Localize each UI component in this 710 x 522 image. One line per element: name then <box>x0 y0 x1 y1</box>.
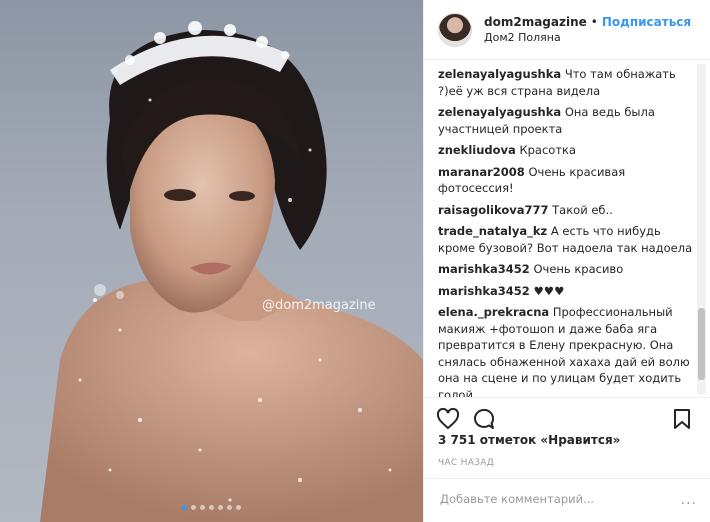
scrollbar-thumb[interactable] <box>698 308 705 380</box>
comment-text: Красотка <box>519 143 577 157</box>
carousel-dot[interactable] <box>200 505 205 510</box>
post-header: dom2magazine • Подписаться Дом2 Поляна <box>424 0 710 60</box>
add-comment-bar: ... <box>424 478 710 522</box>
header-info: dom2magazine • Подписаться Дом2 Поляна <box>484 13 691 46</box>
more-options-button[interactable]: ... <box>681 492 697 508</box>
avatar[interactable] <box>438 12 472 47</box>
comment-username[interactable]: maranar2008 <box>438 165 525 179</box>
comment-text: ♥♥♥ <box>533 283 565 298</box>
carousel-dots <box>0 495 423 514</box>
comment-icon[interactable] <box>472 407 496 431</box>
carousel-dot[interactable] <box>182 505 187 510</box>
comment-username[interactable]: znekliudova <box>438 143 516 157</box>
comment-item: zelenayalyagushka Она ведь была участниц… <box>438 104 696 137</box>
instagram-post: @dom2magazine dom2magazine • Подписаться Д… <box>0 0 710 522</box>
comment-item: raisagolikova777 Такой еб.. <box>438 202 696 219</box>
comment-item: zelenayalyagushka Что там обнажать ?)её … <box>438 66 696 99</box>
post-time[interactable]: ЧАС НАЗАД <box>438 458 494 468</box>
bookmark-icon[interactable] <box>670 407 694 431</box>
likes-count[interactable]: 3 751 отметок «Нравится» <box>438 433 620 447</box>
comment-item: marishka3452 Очень красиво <box>438 261 696 278</box>
comment-item: elena._prekracna Профессиональный макияж… <box>438 304 696 397</box>
comment-username[interactable]: zelenayalyagushka <box>438 105 561 119</box>
comment-username[interactable]: marishka3452 <box>438 284 530 298</box>
comment-item: marishka3452 ♥♥♥ <box>438 283 696 300</box>
portrait-image <box>40 21 423 522</box>
heart-icon[interactable] <box>436 407 460 431</box>
comment-item: znekliudova Красотка <box>438 142 696 159</box>
post-photo[interactable]: @dom2magazine <box>0 0 423 522</box>
comment-text: Такой еб.. <box>552 202 613 217</box>
comment-username[interactable]: elena._prekracna <box>438 305 549 319</box>
comment-input[interactable] <box>438 491 622 507</box>
carousel-dot[interactable] <box>218 505 223 510</box>
carousel-dot[interactable] <box>227 505 232 510</box>
watermark-text: @dom2magazine <box>262 298 376 313</box>
carousel-dot[interactable] <box>236 505 241 510</box>
comment-item: maranar2008 Очень красивая фотосессия! <box>438 164 696 197</box>
location-link[interactable]: Дом2 Поляна <box>484 30 691 46</box>
carousel-dot[interactable] <box>209 505 214 510</box>
comment-username[interactable]: zelenayalyagushka <box>438 67 561 81</box>
comments-list[interactable]: zelenayalyagushka Что там обнажать ?)её … <box>424 60 696 397</box>
comment-item: trade_natalya_kz А есть что нибудь кроме… <box>438 223 696 256</box>
comment-username[interactable]: raisagolikova777 <box>438 203 549 217</box>
comment-username[interactable]: marishka3452 <box>438 262 530 276</box>
post-sidebar: dom2magazine • Подписаться Дом2 Поляна zel… <box>423 0 710 522</box>
separator-dot: • <box>590 15 598 29</box>
username-link[interactable]: dom2magazine <box>484 15 587 29</box>
follow-button[interactable]: Подписаться <box>602 15 691 29</box>
comments-scrollbar[interactable] <box>697 64 706 394</box>
action-bar <box>424 397 710 437</box>
carousel-dot[interactable] <box>191 505 196 510</box>
comment-username[interactable]: trade_natalya_kz <box>438 224 547 238</box>
comment-text: Очень красиво <box>533 262 624 276</box>
